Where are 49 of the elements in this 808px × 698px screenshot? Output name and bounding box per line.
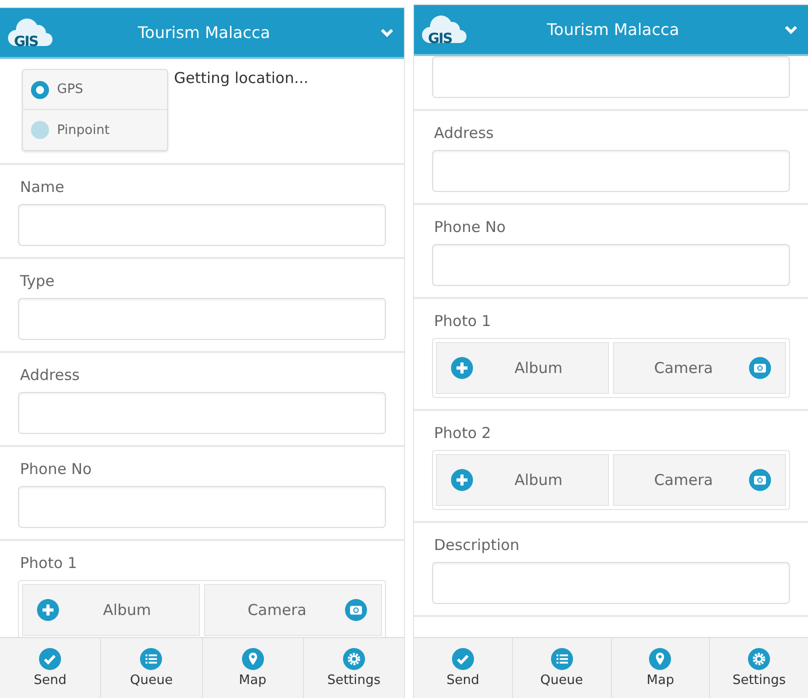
radio-option[interactable]: Pinpoint (23, 110, 167, 150)
logo-text: GIS (14, 34, 38, 48)
radio-option[interactable]: GPS (23, 70, 167, 110)
input-field[interactable] (18, 204, 386, 246)
field-label: Photo 2 (434, 424, 492, 442)
input-field[interactable] (432, 56, 790, 98)
camera-icon (345, 599, 367, 621)
check-icon (452, 648, 474, 670)
app-title: Tourism Malacca (546, 20, 680, 39)
check-icon (39, 648, 62, 670)
input-field[interactable] (18, 298, 386, 340)
input-field[interactable] (432, 562, 790, 604)
field-label: Description (434, 536, 520, 554)
album-button[interactable]: Album (436, 454, 609, 506)
field-label: Name (20, 178, 66, 196)
input-field[interactable] (432, 244, 790, 286)
list-icon (550, 648, 573, 670)
plus-icon (451, 357, 473, 379)
album-button[interactable]: Album (436, 342, 609, 394)
settings-icon (342, 648, 365, 670)
logo-text: GIS (428, 32, 452, 46)
album-button[interactable]: Album (22, 584, 200, 636)
map-pin-icon (242, 648, 264, 670)
field-label: Phone No (434, 218, 507, 236)
list-icon (140, 648, 162, 670)
field-label: Address (20, 366, 81, 384)
field-label: Address (434, 124, 495, 142)
plus-icon (451, 469, 473, 491)
camera-icon (749, 357, 771, 379)
chevron-down-icon[interactable] (784, 24, 798, 34)
field-label: Type (20, 272, 56, 290)
camera-button[interactable]: Camera (613, 454, 786, 506)
camera-button[interactable]: Camera (204, 584, 382, 636)
map-pin-icon (649, 648, 672, 670)
input-field[interactable] (18, 486, 386, 528)
settings-icon (748, 648, 770, 670)
field-label: Phone No (20, 460, 93, 478)
field-label: Photo 1 (20, 554, 78, 572)
field-label: Photo 1 (434, 312, 492, 330)
camera-button[interactable]: Camera (613, 342, 786, 394)
cloud-icon (8, 16, 54, 46)
location-status: Getting location... (174, 69, 308, 89)
app-title: Tourism Malacca (136, 23, 272, 42)
camera-icon (749, 469, 771, 491)
input-field[interactable] (18, 392, 386, 434)
chevron-down-icon[interactable] (380, 28, 394, 38)
input-field[interactable] (432, 150, 790, 192)
plus-icon (37, 599, 59, 621)
cloud-icon (422, 12, 468, 42)
